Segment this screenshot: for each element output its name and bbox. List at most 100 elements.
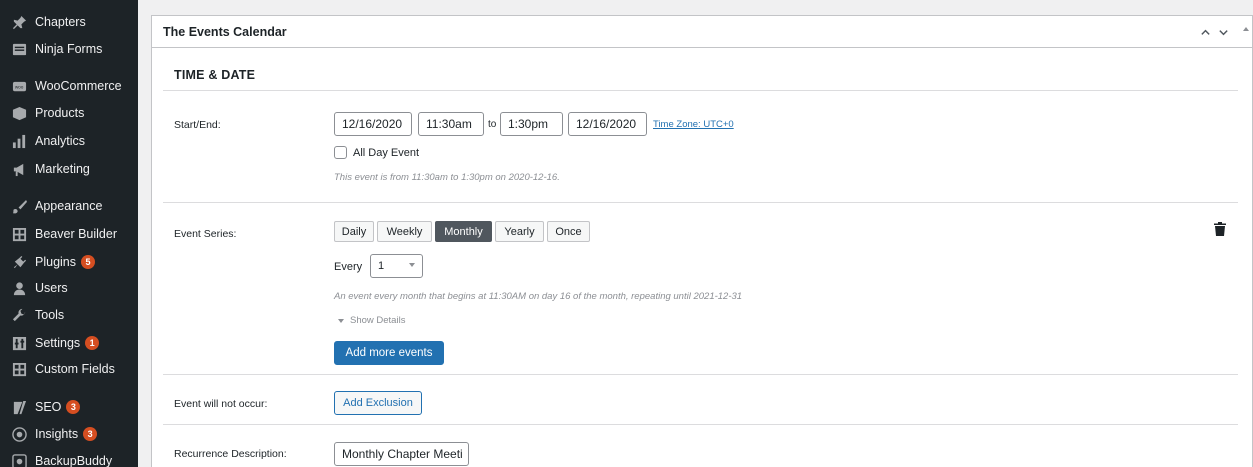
series-option-monthly[interactable]: Monthly	[435, 221, 492, 242]
sidebar-item-label: Users	[35, 281, 68, 295]
seo-badge: 3	[66, 400, 81, 414]
sidebar-item-insights[interactable]: Insights 3	[0, 421, 138, 447]
sidebar-item-backupbuddy[interactable]: BackupBuddy	[0, 448, 138, 467]
sidebar-item-label: WooCommerce	[35, 79, 122, 93]
metabox-title: The Events Calendar	[163, 24, 287, 39]
series-option-weekly[interactable]: Weekly	[377, 221, 432, 242]
admin-sidebar: Chapters Ninja Forms woo WooCommerce Pro…	[0, 0, 138, 467]
start-end-label: Start/End:	[174, 119, 221, 131]
trash-icon	[1214, 222, 1226, 236]
ninja-forms-icon	[11, 41, 27, 57]
show-details-label: Show Details	[350, 315, 406, 326]
divider	[163, 374, 1238, 375]
users-icon	[11, 280, 27, 296]
sidebar-item-ninja-forms[interactable]: Ninja Forms	[0, 36, 138, 62]
sidebar-item-tools[interactable]: Tools	[0, 302, 138, 328]
sidebar-item-analytics[interactable]: Analytics	[0, 128, 138, 154]
settings-icon	[11, 335, 27, 351]
chevron-down-icon	[409, 263, 415, 267]
megaphone-icon	[11, 161, 27, 177]
start-time-input[interactable]: 11:30am	[418, 112, 484, 136]
plugins-update-badge: 5	[81, 255, 95, 269]
sidebar-item-label: Marketing	[35, 162, 90, 176]
move-up-button[interactable]	[1197, 24, 1213, 40]
woo-icon: woo	[11, 78, 27, 94]
sidebar-item-products[interactable]: Products	[0, 100, 138, 126]
sidebar-item-woocommerce[interactable]: woo WooCommerce	[0, 73, 138, 99]
chevron-down-icon	[1218, 29, 1228, 35]
events-calendar-metabox: The Events Calendar TIME & DATE Start/En…	[151, 15, 1253, 467]
sidebar-item-label: Analytics	[35, 134, 86, 148]
sidebar-item-marketing[interactable]: Marketing	[0, 156, 138, 182]
sidebar-item-settings[interactable]: Settings 1	[0, 330, 138, 356]
sidebar-item-seo[interactable]: SEO 3	[0, 394, 138, 420]
scroll-up-arrow[interactable]	[1243, 27, 1249, 31]
sidebar-item-label: Appearance	[35, 199, 103, 213]
sidebar-item-label: Insights	[35, 427, 79, 441]
move-down-button[interactable]	[1215, 24, 1231, 40]
sidebar-item-label: SEO	[35, 400, 62, 414]
wrench-icon	[11, 307, 27, 323]
sidebar-item-beaver-builder[interactable]: Beaver Builder	[0, 221, 138, 247]
backup-icon	[11, 453, 27, 467]
recurrence-description-label: Recurrence Description:	[174, 448, 287, 460]
every-interval-select[interactable]: 1	[370, 254, 423, 278]
series-description-hint: An event every month that begins at 11:3…	[334, 291, 743, 302]
exclusion-label: Event will not occur:	[174, 398, 268, 410]
pin-icon	[11, 14, 27, 30]
time-summary-hint: This event is from 11:30am to 1:30pm on …	[334, 172, 560, 183]
divider	[163, 90, 1238, 91]
divider	[163, 202, 1238, 203]
settings-update-badge: 1	[85, 336, 100, 350]
series-option-yearly[interactable]: Yearly	[495, 221, 544, 242]
add-more-events-button[interactable]: Add more events	[334, 341, 444, 365]
all-day-label: All Day Event	[353, 147, 420, 159]
all-day-checkbox[interactable]	[334, 146, 347, 159]
caret-down-icon	[338, 318, 344, 323]
sidebar-item-label: BackupBuddy	[35, 454, 113, 467]
to-text: to	[488, 119, 497, 130]
sidebar-item-label: Plugins	[35, 255, 76, 269]
divider	[163, 424, 1238, 425]
yoast-icon	[11, 399, 27, 415]
top-strip	[138, 0, 1253, 10]
insights-icon	[11, 426, 27, 442]
brush-icon	[11, 198, 27, 214]
sidebar-item-label: Products	[35, 106, 85, 120]
sidebar-item-chapters[interactable]: Chapters	[0, 9, 138, 35]
sidebar-item-label: Custom Fields	[35, 362, 115, 376]
show-details-toggle[interactable]: Show Details	[338, 315, 405, 326]
chevron-up-icon	[1200, 29, 1210, 35]
grid-icon	[11, 361, 27, 377]
sidebar-item-label: Ninja Forms	[35, 42, 103, 56]
every-interval-value: 1	[378, 260, 385, 272]
plug-icon	[11, 254, 27, 270]
recurrence-description-input[interactable]: Monthly Chapter Meeti	[334, 442, 469, 466]
sidebar-item-label: Beaver Builder	[35, 227, 117, 241]
sidebar-item-users[interactable]: Users	[0, 275, 138, 301]
every-label: Every	[334, 261, 363, 273]
series-option-daily[interactable]: Daily	[334, 221, 374, 242]
delete-series-button[interactable]	[1214, 222, 1226, 236]
start-date-input[interactable]: 12/16/2020	[334, 112, 412, 136]
svg-text:woo: woo	[14, 84, 23, 89]
analytics-icon	[11, 133, 27, 149]
metabox-header: The Events Calendar	[152, 16, 1252, 48]
add-exclusion-button[interactable]: Add Exclusion	[334, 391, 422, 415]
products-icon	[11, 105, 27, 121]
end-time-input[interactable]: 1:30pm	[500, 112, 563, 136]
sidebar-item-custom-fields[interactable]: Custom Fields	[0, 356, 138, 382]
grid-icon	[11, 226, 27, 242]
sidebar-item-label: Tools	[35, 308, 65, 322]
section-title: TIME & DATE	[174, 68, 256, 82]
sidebar-item-label: Chapters	[35, 15, 86, 29]
series-option-once[interactable]: Once	[547, 221, 590, 242]
insights-badge: 3	[83, 427, 98, 441]
event-series-label: Event Series:	[174, 228, 237, 240]
sidebar-item-appearance[interactable]: Appearance	[0, 193, 138, 219]
app: Chapters Ninja Forms woo WooCommerce Pro…	[0, 0, 1253, 467]
sidebar-item-label: Settings	[35, 336, 81, 350]
end-date-input[interactable]: 12/16/2020	[568, 112, 647, 136]
timezone-link[interactable]: Time Zone: UTC+0	[653, 119, 734, 130]
sidebar-item-plugins[interactable]: Plugins 5	[0, 249, 138, 275]
